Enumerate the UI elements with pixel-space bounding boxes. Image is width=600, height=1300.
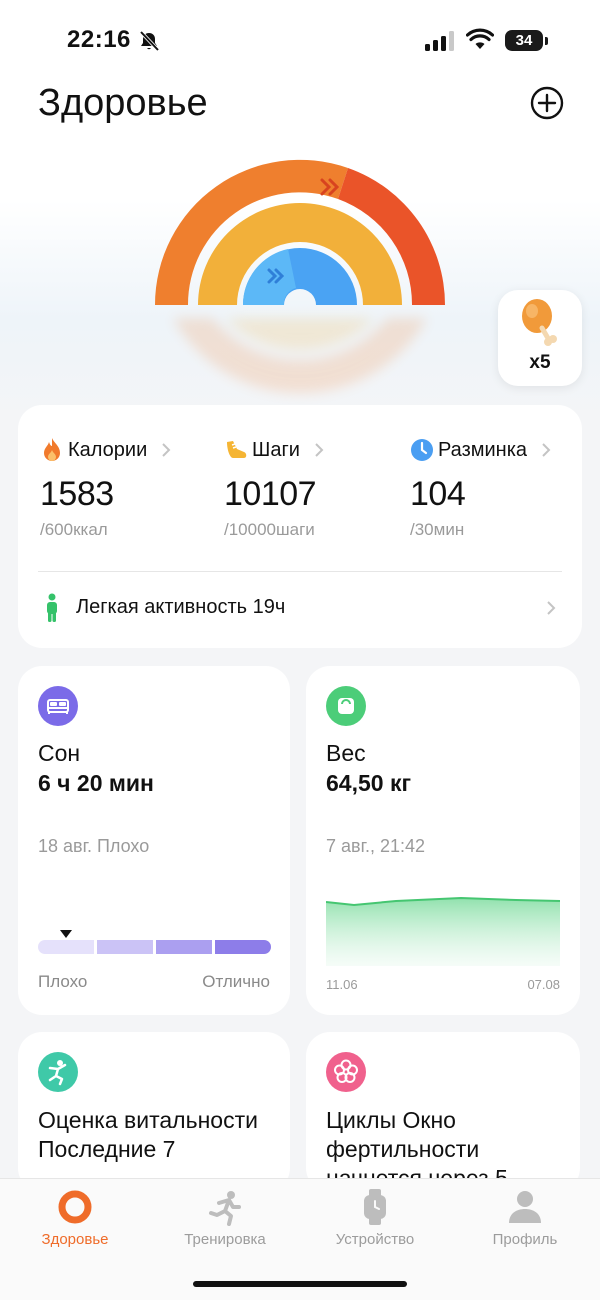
flower-icon	[334, 1059, 358, 1083]
health-ring-icon	[58, 1190, 92, 1224]
scale-icon	[338, 698, 354, 714]
weight-card[interactable]: Вес 64,50 кг 7 авг., 21:42 11.06 07.08	[306, 666, 580, 1015]
plus-circle-icon[interactable]	[530, 86, 564, 120]
page-title: Здоровье	[38, 82, 208, 124]
sleep-title: Сон	[38, 740, 81, 766]
tab-profile-label: Профиль	[492, 1231, 558, 1248]
chevron-right-icon	[542, 443, 551, 457]
shoe-icon	[227, 441, 247, 458]
vitality-title: Оценка витальности Последние 7	[38, 1107, 258, 1162]
steps-goal: /10000шаги	[224, 520, 315, 539]
user-icon	[509, 1191, 541, 1223]
bell-muted-icon	[139, 30, 160, 52]
chevron-right-icon	[315, 443, 324, 457]
bed-icon	[47, 699, 69, 714]
weight-date: 7 авг., 21:42	[326, 836, 425, 856]
sleep-icon-circle	[38, 686, 78, 726]
weight-trend-chart	[326, 896, 560, 966]
sleep-scale-segment	[156, 940, 212, 954]
sleep-date-quality: 18 авг. Плохо	[38, 836, 150, 856]
sleep-value: 6 ч 20 мин	[38, 770, 154, 796]
battery-nub	[545, 37, 548, 45]
runner-icon	[209, 1191, 241, 1226]
reward-badge[interactable]: x5	[498, 290, 582, 386]
drumstick-icon	[522, 299, 557, 346]
person-standing-icon	[47, 593, 57, 622]
sleep-card[interactable]: Сон 6 ч 20 мин 18 авг. Плохо Плохо Отлич…	[18, 666, 290, 1015]
battery-indicator: 34	[505, 30, 543, 51]
badge-count: x5	[529, 352, 551, 373]
warmup-label: Разминка	[438, 438, 528, 461]
warmup-goal: /30мин	[410, 520, 465, 539]
tab-device-label: Устройство	[335, 1231, 415, 1248]
battery-level: 34	[515, 32, 533, 49]
running-figure-icon	[48, 1060, 67, 1086]
cycles-icon-circle	[326, 1052, 366, 1092]
tab-workout[interactable]: Тренировка	[150, 1187, 300, 1257]
tab-profile[interactable]: Профиль	[450, 1187, 600, 1257]
cycles-card[interactable]: Циклы Окно фертильности начнется через 5	[306, 1032, 580, 1192]
tab-health-label: Здоровье	[41, 1231, 109, 1248]
chevron-right-icon	[547, 601, 556, 615]
weight-title: Вес	[326, 740, 366, 766]
status-bar: 22:16 34	[0, 0, 600, 80]
tab-health[interactable]: Здоровье	[0, 1187, 150, 1257]
steps-label: Шаги	[252, 438, 300, 461]
vitality-icon-circle	[38, 1052, 78, 1092]
calories-label: Калории	[68, 438, 148, 461]
weight-x-start: 11.06	[326, 977, 358, 992]
sleep-quality-scale	[38, 940, 271, 954]
steps-value: 10107	[224, 475, 317, 513]
status-time: 22:16	[67, 26, 131, 53]
tab-device[interactable]: Устройство	[300, 1187, 450, 1257]
home-indicator	[193, 1281, 407, 1287]
activity-rings[interactable]	[150, 155, 450, 315]
wifi-icon	[466, 28, 494, 49]
tab-workout-label: Тренировка	[184, 1231, 266, 1248]
watch-icon	[364, 1189, 386, 1225]
calories-metric[interactable]: Калории 1583 /600ккал	[40, 435, 220, 540]
sleep-scale-segment	[97, 940, 153, 954]
sleep-quality-marker	[60, 930, 72, 938]
weight-x-end: 07.08	[527, 977, 560, 992]
vitality-card[interactable]: Оценка витальности Последние 7	[18, 1032, 290, 1192]
clock-icon	[411, 439, 433, 461]
weight-icon-circle	[326, 686, 366, 726]
steps-metric[interactable]: Шаги 10107 /10000шаги	[224, 435, 404, 540]
chevron-right-icon	[162, 443, 171, 457]
sleep-scale-segment	[215, 940, 271, 954]
divider	[38, 571, 562, 572]
sleep-scale-low: Плохо	[38, 972, 88, 991]
sleep-scale-segment	[38, 940, 94, 954]
light-activity-label: Легкая активность 19ч	[76, 596, 286, 618]
warmup-value: 104	[410, 475, 466, 513]
flame-icon	[44, 438, 60, 461]
weight-value: 64,50 кг	[326, 770, 412, 796]
activity-summary-card: Калории 1583 /600ккал Шаги 10107 /10000ш…	[18, 405, 582, 648]
calories-goal: /600ккал	[40, 520, 108, 539]
cellular-signal-icon	[425, 31, 454, 51]
warmup-metric[interactable]: Разминка 104 /30мин	[410, 435, 590, 540]
rings-reflection	[150, 318, 450, 398]
sleep-scale-high: Отлично	[202, 972, 270, 991]
light-activity-row[interactable]: Легкая активность 19ч	[38, 590, 562, 626]
calories-value: 1583	[40, 475, 114, 513]
